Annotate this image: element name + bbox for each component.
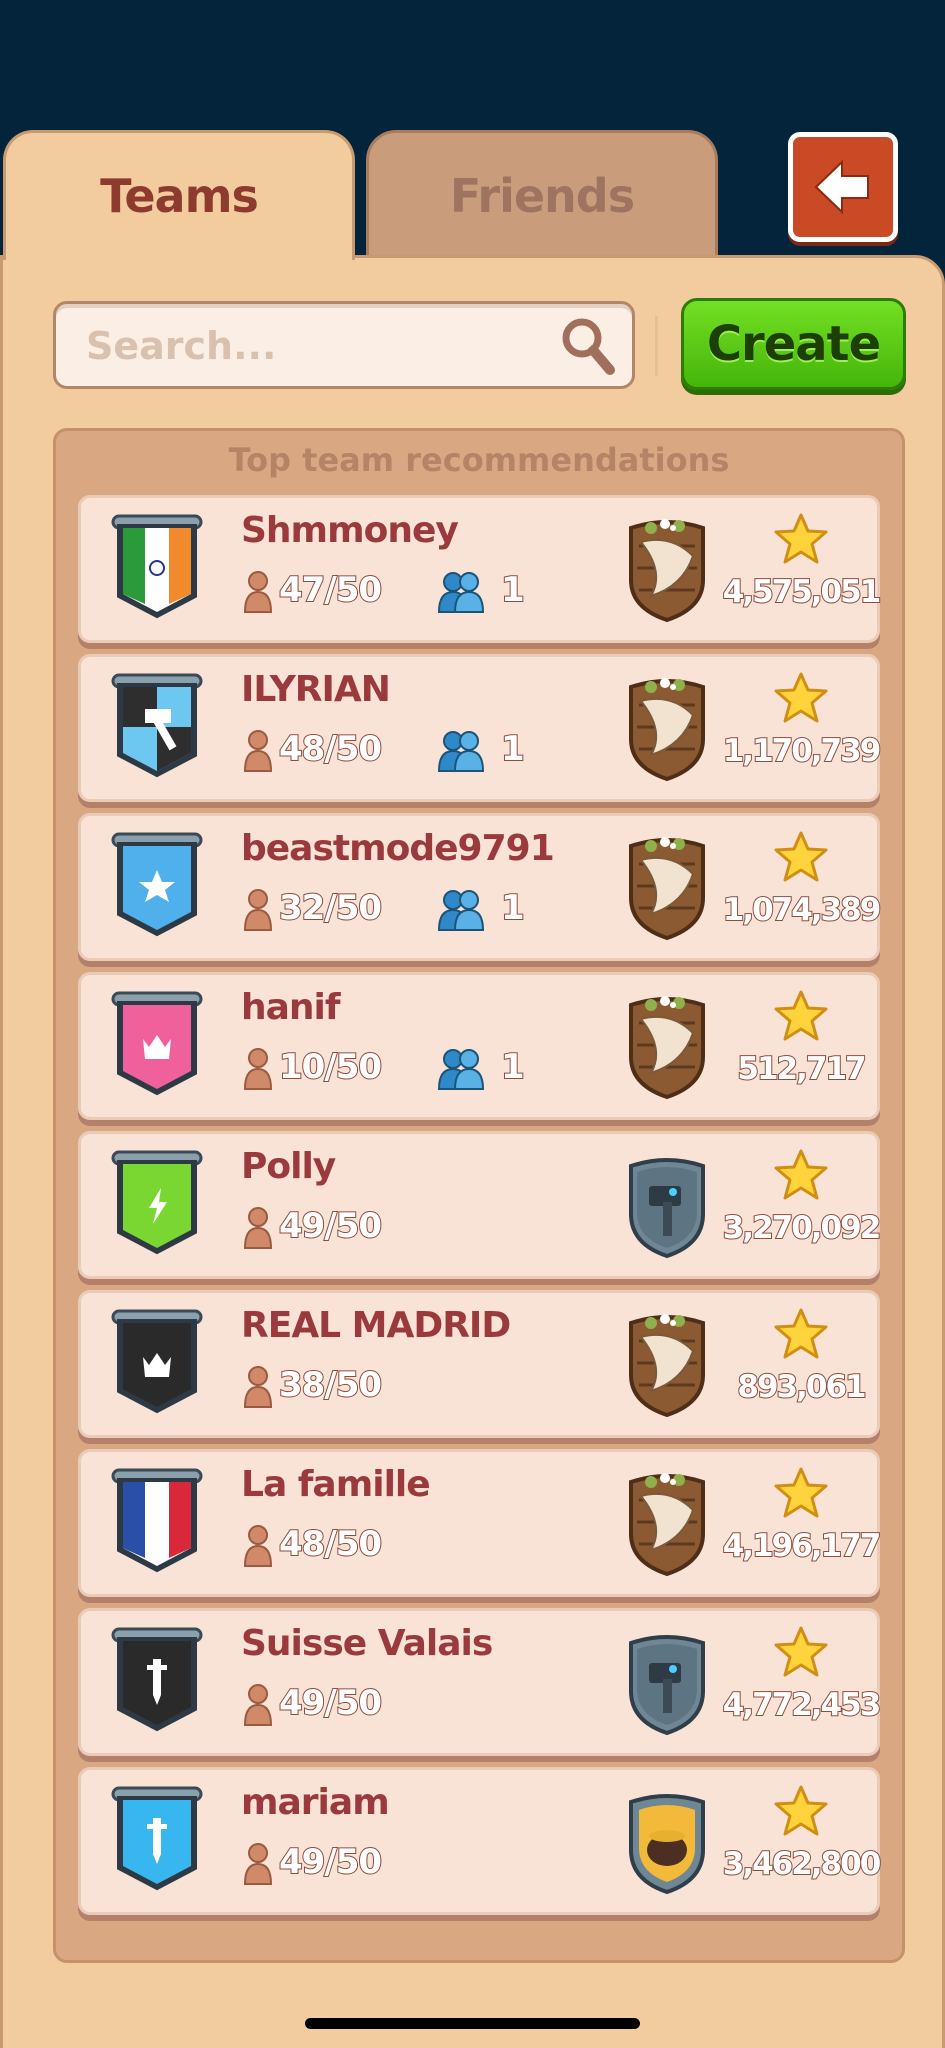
team-flag-icon — [109, 512, 205, 622]
friends-count: 1 — [500, 569, 526, 611]
team-score: 512,717 — [736, 1050, 867, 1088]
team-score: 3,270,092 — [722, 1209, 883, 1247]
member-icon — [243, 1206, 273, 1250]
team-flag-icon — [109, 1466, 205, 1576]
star-icon — [773, 1466, 829, 1520]
team-row[interactable]: beastmode9791 32/50 1 1,074,389 — [78, 813, 882, 961]
team-name: REAL MADRID — [241, 1305, 511, 1346]
friends-icon — [437, 729, 485, 773]
team-row[interactable]: La famille 48/50 4,196,177 — [78, 1449, 882, 1597]
member-count: 48/50 — [278, 728, 383, 770]
team-row[interactable]: REAL MADRID 38/50 893,061 — [78, 1290, 880, 1438]
team-score: 1,074,389 — [722, 891, 883, 929]
team-trophy-icon — [621, 1470, 713, 1578]
star-icon — [773, 512, 829, 566]
team-flag-icon — [109, 1148, 205, 1258]
member-icon — [243, 729, 273, 773]
team-flag-icon — [109, 671, 205, 781]
team-score: 4,196,177 — [722, 1527, 883, 1565]
friends-icon — [437, 570, 485, 614]
team-name: hanif — [241, 987, 341, 1028]
team-trophy-icon — [621, 1788, 713, 1896]
team-trophy-icon — [621, 834, 713, 942]
tab-friends[interactable]: Friends — [366, 130, 718, 255]
list-heading: Top team recommendations — [228, 441, 730, 479]
team-name: La famille — [241, 1464, 431, 1505]
team-row[interactable]: Shmmoney 47/50 1 4,575,051 — [78, 495, 882, 643]
team-score: 3,462,800 — [722, 1845, 883, 1883]
team-list[interactable]: Top team recommendations Shmmoney 47/50 … — [53, 428, 905, 1963]
member-count: 32/50 — [278, 887, 383, 929]
team-flag-icon — [109, 1784, 205, 1894]
arrow-left-icon — [814, 159, 869, 215]
star-icon — [773, 830, 829, 884]
friends-icon — [437, 1047, 485, 1091]
team-name: Polly — [241, 1146, 336, 1187]
team-name: Shmmoney — [241, 510, 459, 551]
member-count: 49/50 — [278, 1841, 383, 1883]
member-count: 10/50 — [278, 1046, 383, 1088]
team-row[interactable]: ILYRIAN 48/50 1 1,170,739 — [78, 654, 882, 802]
team-row[interactable]: Suisse Valais 49/50 4,772,453 — [78, 1608, 882, 1756]
member-icon — [243, 1683, 273, 1727]
back-button[interactable] — [788, 132, 898, 242]
team-flag-icon — [109, 989, 205, 1099]
team-trophy-icon — [621, 516, 713, 624]
member-count: 49/50 — [278, 1205, 383, 1247]
star-icon — [773, 1784, 829, 1838]
team-trophy-icon — [621, 675, 713, 783]
team-flag-icon — [109, 830, 205, 940]
star-icon — [773, 1148, 829, 1202]
team-name: Suisse Valais — [241, 1623, 493, 1664]
friends-count: 1 — [500, 1046, 526, 1088]
member-count: 48/50 — [278, 1523, 383, 1565]
team-row[interactable]: Polly 49/50 3,270,092 — [78, 1131, 882, 1279]
star-icon — [773, 1625, 829, 1679]
team-score: 4,772,453 — [722, 1686, 883, 1724]
team-trophy-icon — [621, 1311, 713, 1419]
member-icon — [243, 1524, 273, 1568]
team-name: beastmode9791 — [241, 828, 555, 869]
member-icon — [243, 1365, 273, 1409]
tab-teams[interactable]: Teams — [3, 130, 355, 260]
member-icon — [243, 1047, 273, 1091]
team-row[interactable]: hanif 10/50 1 512,717 — [78, 972, 880, 1120]
friends-count: 1 — [500, 728, 526, 770]
team-score: 893,061 — [736, 1368, 867, 1406]
team-flag-icon — [109, 1625, 205, 1735]
create-button[interactable]: Create — [681, 298, 906, 390]
friends-icon — [437, 888, 485, 932]
team-trophy-icon — [621, 1152, 713, 1260]
team-name: ILYRIAN — [241, 669, 391, 710]
member-count: 38/50 — [278, 1364, 383, 1406]
team-trophy-icon — [621, 1629, 713, 1737]
team-trophy-icon — [621, 993, 713, 1101]
team-row[interactable]: mariam 49/50 3,462,800 — [78, 1767, 882, 1915]
star-icon — [773, 1307, 829, 1361]
teams-panel: Search... Create Top team recommendation… — [0, 255, 945, 2048]
team-score: 1,170,739 — [722, 732, 883, 770]
team-score: 4,575,051 — [722, 573, 883, 611]
member-count: 47/50 — [278, 569, 383, 611]
search-placeholder: Search... — [86, 324, 277, 368]
star-icon — [773, 671, 829, 725]
friends-count: 1 — [500, 887, 526, 929]
search-input[interactable]: Search... — [53, 301, 635, 389]
team-name: mariam — [241, 1782, 390, 1823]
member-count: 49/50 — [278, 1682, 383, 1724]
member-icon — [243, 1842, 273, 1886]
member-icon — [243, 888, 273, 932]
divider — [655, 316, 658, 376]
star-icon — [773, 989, 829, 1043]
team-flag-icon — [109, 1307, 205, 1417]
home-indicator — [305, 2018, 640, 2029]
member-icon — [243, 570, 273, 614]
search-icon[interactable] — [560, 316, 616, 376]
